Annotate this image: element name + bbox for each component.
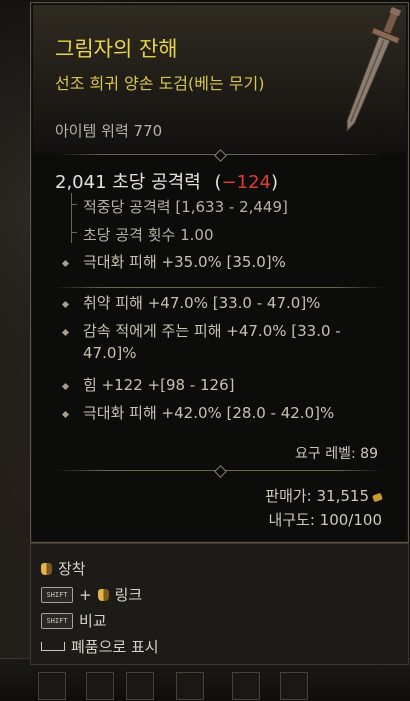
affix-line: 감속 적에게 주는 피해 +47.0% [33.0 - 47.0]% (83, 322, 341, 362)
sell-value-line: 판매가: 31,515 (265, 485, 383, 506)
dps-value: 2,041 초당 공격력 (55, 172, 201, 193)
two-handed-sword-icon (346, 7, 402, 133)
skill-slot[interactable] (280, 672, 308, 700)
dps-line: 2,041 초당 공격력 (−124) (55, 168, 278, 194)
skill-slot[interactable] (126, 672, 154, 700)
link-action[interactable]: SHIFT + 링크 (41, 584, 142, 605)
junk-label: 폐품으로 표시 (71, 638, 159, 656)
bullet-icon (61, 259, 70, 268)
hit-damage: 적중당 공격력 [1,633 - 2,449] (83, 198, 288, 216)
link-label: 링크 (114, 586, 143, 604)
skill-slot[interactable] (86, 672, 114, 700)
affix-line: 힘 +122 +[98 - 126] (83, 376, 235, 394)
compare-label: 비교 (79, 612, 107, 630)
divider (55, 465, 384, 478)
skill-slot[interactable] (232, 672, 260, 700)
shift-key-icon: SHIFT (41, 612, 73, 629)
right-mouse-icon (41, 562, 52, 575)
equip-label: 장착 (58, 560, 86, 578)
divider (55, 149, 384, 162)
spacebar-icon (41, 642, 65, 651)
skill-slot[interactable] (176, 672, 204, 700)
bullet-icon (61, 410, 70, 419)
compare-action[interactable]: SHIFT 비교 (41, 610, 107, 631)
equip-action[interactable]: 장착 (41, 558, 86, 579)
item-tooltip: 그림자의 잔해 선조 희귀 양손 도검(베는 무기) 아이템 위력 770 2,… (30, 2, 409, 543)
sell-value: 판매가: 31,515 (265, 487, 369, 505)
stat-connector-tick (71, 232, 77, 233)
durability: 내구도: 100/100 (268, 511, 382, 529)
gold-icon (372, 492, 383, 503)
implicit-affix: 극대화 피해 +35.0% [35.0]% (83, 253, 286, 271)
skill-slot[interactable] (38, 672, 66, 700)
dps-delta: −124 (221, 172, 271, 193)
item-actions-panel: 장착 SHIFT + 링크 SHIFT 비교 폐품으로 표시 (30, 543, 409, 665)
plus-label: + (79, 585, 92, 604)
left-mouse-icon (97, 588, 109, 601)
junk-action[interactable]: 폐품으로 표시 (41, 636, 159, 657)
attack-speed: 초당 공격 횟수 1.00 (83, 226, 214, 244)
affix-line: 극대화 피해 +42.0% [28.0 - 42.0]% (83, 404, 335, 422)
affix-line: 취약 피해 +47.0% [33.0 - 47.0]% (83, 294, 321, 312)
dps-paren-open: ( (214, 172, 222, 193)
stat-connector-tick (71, 204, 77, 205)
dps-paren-close: ) (271, 172, 279, 193)
bullet-icon (61, 382, 70, 391)
bullet-icon (61, 300, 70, 309)
bullet-icon (61, 328, 70, 337)
item-power: 아이템 위력 770 (55, 122, 163, 140)
item-name: 그림자의 잔해 (55, 37, 178, 61)
item-type: 선조 희귀 양손 도검(베는 무기) (55, 74, 265, 93)
required-level: 요구 레벨: 89 (295, 446, 378, 462)
stat-connector (71, 193, 72, 243)
shift-key-icon: SHIFT (41, 586, 73, 603)
